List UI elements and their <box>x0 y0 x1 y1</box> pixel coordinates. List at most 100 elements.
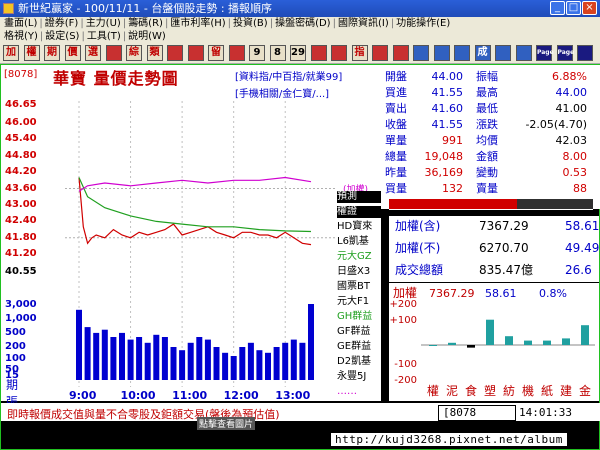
menu-item[interactable]: 工具(T) <box>87 30 121 43</box>
toolbar-button[interactable]: 價 <box>64 45 81 61</box>
quote-value: 991 <box>442 134 463 147</box>
toolbar-button[interactable]: 9 <box>249 45 265 61</box>
warrant-item[interactable]: GF群益 <box>337 326 381 338</box>
minimize-button[interactable]: _ <box>550 1 565 15</box>
close-button[interactable]: × <box>582 1 597 15</box>
warrant-item[interactable]: ‥‥‥ <box>337 386 381 398</box>
toolbar-button[interactable] <box>228 45 245 61</box>
volume-bar <box>265 352 271 380</box>
volume-bar <box>161 337 168 380</box>
price-volume-chart <box>65 101 337 387</box>
warrant-item[interactable]: 元大GZ <box>337 251 381 263</box>
sector-bar <box>543 340 551 345</box>
index-panel: 加權(含) 7367.29 58.61 加權(不) 6270.70 49.49 成交總額 83… <box>389 216 599 282</box>
toolbar-button[interactable]: Page <box>536 45 554 61</box>
toolbar-button[interactable]: 加 <box>3 45 19 61</box>
sector-category-label: 紡 <box>503 383 515 398</box>
menu-item[interactable]: 證券(F) <box>45 17 79 30</box>
toolbar-button[interactable] <box>433 45 450 61</box>
warrant-item[interactable]: HD寶來 <box>337 221 381 233</box>
warrant-item[interactable]: 永豐5J <box>337 371 381 383</box>
toolbar-button[interactable] <box>577 45 593 61</box>
stock-code-value: 8078 <box>449 406 477 419</box>
quote-key: 漲跌 <box>476 118 498 131</box>
menu-item[interactable]: 籌碼(R) <box>128 17 163 30</box>
volume-bar <box>110 337 117 380</box>
menu-item[interactable]: 設定(S) <box>45 30 79 43</box>
warrant-item[interactable]: 日盛X3 <box>337 266 381 278</box>
toolbar-button[interactable]: Page <box>556 45 574 61</box>
album-url-watermark: http://kujd3268.pixnet.net/album <box>331 433 567 446</box>
toolbar-button[interactable]: 類 <box>146 45 163 61</box>
warrant-item[interactable]: GH群益 <box>337 311 381 323</box>
toolbar-button[interactable] <box>167 45 183 61</box>
toolbar-button[interactable]: 29 <box>290 45 306 61</box>
toolbar-button[interactable] <box>515 45 532 61</box>
toolbar-button[interactable] <box>413 45 429 61</box>
quote-value: 132 <box>442 182 463 195</box>
toolbar-button[interactable]: 留 <box>208 45 224 61</box>
volume-tick-label: 200 <box>5 341 26 352</box>
toolbar-button[interactable] <box>392 45 409 61</box>
quote-row: 買進 41.55 最高 44.00 <box>381 85 600 100</box>
warrant-item[interactable]: 權證 <box>337 206 381 218</box>
warrant-item[interactable]: L6凱基 <box>337 236 381 248</box>
time-tick-label: 12:00 <box>223 389 259 402</box>
warrant-item[interactable]: 元大F1 <box>337 296 381 308</box>
volume-tick-label: 15 <box>5 370 19 381</box>
sector-header-value: 7367.29 <box>429 287 475 300</box>
menu-item[interactable]: 國際資訊(I) <box>338 17 389 30</box>
volume-bar <box>282 342 289 380</box>
sector-category-label: 機 <box>522 383 534 398</box>
warrant-item[interactable]: D2凱基 <box>337 356 381 368</box>
toolbar-button[interactable]: 指 <box>351 45 368 61</box>
menu-item[interactable]: 操盤密碼(D) <box>275 17 331 30</box>
toolbar-button[interactable] <box>310 45 327 61</box>
time-tick-label: 9:00 <box>69 389 97 402</box>
toolbar-button[interactable]: 綜 <box>126 45 142 61</box>
toolbar-button[interactable] <box>105 45 122 61</box>
ask-ratio-fill <box>517 199 593 209</box>
toolbar-button[interactable] <box>495 45 511 61</box>
related-links-2[interactable]: [手機相關/金仁寶/...] <box>235 85 329 100</box>
volume-tick-label: 500 <box>5 327 26 338</box>
stock-code-input[interactable]: [8078 <box>438 405 516 421</box>
volume-bar <box>213 347 220 380</box>
maximize-button[interactable]: □ <box>566 1 581 15</box>
quote-value: 0.53 <box>562 166 588 179</box>
quote-key: 買進 <box>385 86 407 99</box>
related-links-1[interactable]: [資料指/中百指/就業99] <box>235 68 342 83</box>
toolbar-button[interactable] <box>331 45 347 61</box>
warrant-item[interactable]: 預測 <box>337 191 381 203</box>
menu-item[interactable]: 功能操作(E) <box>396 17 450 30</box>
menu-item[interactable]: 格視(Y) <box>4 30 38 43</box>
chart-header: [8078] 華寶 量價走勢圖 [資料指/中百指/就業99] [手機相關/金仁寶… <box>1 65 381 101</box>
toolbar-button[interactable]: 成 <box>474 45 491 61</box>
quote-key: 賣量 <box>476 182 498 195</box>
quote-key: 開盤 <box>385 70 407 83</box>
bid-ask-ratio-bar <box>389 198 593 210</box>
warrant-item[interactable]: GE群益 <box>337 341 381 353</box>
time-tick-label: 11:00 <box>172 389 208 402</box>
menu-item[interactable]: 主力(U) <box>86 17 121 30</box>
price-series-line-1 <box>78 177 312 233</box>
clock: 14:01:33 <box>519 406 572 419</box>
menu-item[interactable]: 匯市利率(H) <box>170 17 225 30</box>
warrant-item[interactable]: 國票BT <box>337 281 381 293</box>
sector-bar <box>448 342 456 345</box>
menu-item[interactable]: 畫面(L) <box>4 17 37 30</box>
toolbar-button[interactable]: 選 <box>85 45 101 61</box>
toolbar-button[interactable]: 8 <box>269 45 286 61</box>
toolbar-button[interactable] <box>372 45 388 61</box>
toolbar-button[interactable]: 期 <box>44 45 60 61</box>
menu-bar: 畫面(L) | 證券(F) | 主力(U) | 籌碼(R) | 匯市利率(H) | 投資(B) | 操盤… <box>0 17 600 43</box>
toolbar-button[interactable] <box>454 45 470 61</box>
menu-item[interactable]: 說明(W) <box>128 30 166 43</box>
toolbar-button[interactable]: 權 <box>23 45 40 61</box>
sector-y-label: -100 <box>394 359 417 370</box>
toolbar-button[interactable] <box>187 45 204 61</box>
quote-key: 最高 <box>476 86 498 99</box>
quote-key: 變動 <box>476 166 498 179</box>
index-value: 6270.70 <box>479 241 529 255</box>
menu-item[interactable]: 投資(B) <box>233 17 268 30</box>
